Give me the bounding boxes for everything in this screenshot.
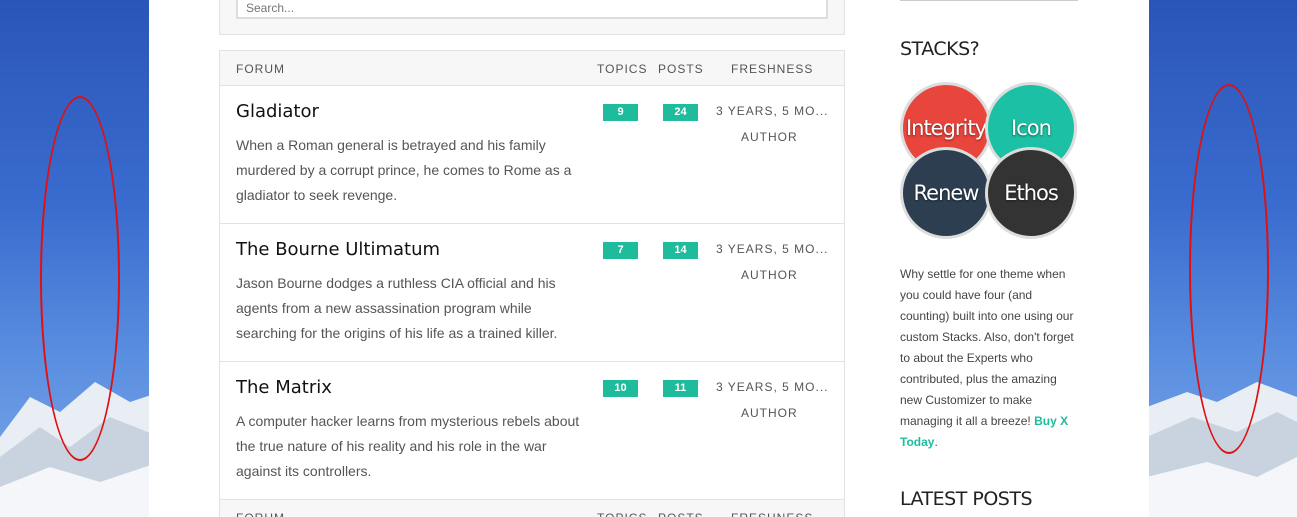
posts-count-badge: 11: [663, 380, 698, 397]
posts-count-badge: 14: [663, 242, 698, 259]
footer-freshness: FRESHNESS: [731, 511, 813, 517]
author-link[interactable]: AUTHOR: [741, 268, 798, 282]
forum-title-link[interactable]: Gladiator: [236, 101, 319, 122]
table-row: The Matrix A computer hacker learns from…: [220, 362, 844, 500]
posts-count-badge: 24: [663, 104, 698, 121]
table-row: Gladiator When a Roman general is betray…: [220, 86, 844, 224]
header-forum: FORUM: [236, 62, 285, 76]
sidebar-divider: [900, 0, 1078, 1]
author-link[interactable]: AUTHOR: [741, 406, 798, 420]
author-link[interactable]: AUTHOR: [741, 130, 798, 144]
header-freshness: FRESHNESS: [731, 62, 814, 76]
footer-topics: TOPICS: [597, 511, 647, 517]
table-header: FORUM TOPICS POSTS FRESHNESS: [220, 51, 844, 86]
header-posts: POSTS: [658, 62, 704, 76]
freshness-link[interactable]: 3 YEARS, 5 MO...: [716, 380, 828, 394]
topics-count-badge: 9: [603, 104, 638, 121]
stack-renew-circle: Renew: [900, 147, 992, 239]
search-box: [219, 0, 845, 35]
freshness-link[interactable]: 3 YEARS, 5 MO...: [716, 242, 828, 256]
stacks-text: Why settle for one theme when you could …: [900, 267, 1074, 428]
stacks-description: Why settle for one theme when you could …: [900, 264, 1082, 453]
page-content: FORUM TOPICS POSTS FRESHNESS Gladiator W…: [149, 0, 1149, 517]
annotation-ellipse-left: [40, 96, 120, 461]
forum-title-link[interactable]: The Matrix: [236, 377, 332, 398]
forum-description: Jason Bourne dodges a ruthless CIA offic…: [236, 275, 558, 341]
forum-description: A computer hacker learns from mysterious…: [236, 413, 580, 479]
stacks-heading: STACKS?: [900, 38, 980, 60]
forum-description: When a Roman general is betrayed and his…: [236, 137, 572, 203]
annotation-ellipse-right: [1189, 84, 1269, 454]
stacks-image[interactable]: Integrity Icon Renew Ethos: [900, 82, 1080, 242]
freshness-link[interactable]: 3 YEARS, 5 MO...: [716, 104, 828, 118]
footer-posts: POSTS: [658, 511, 704, 517]
footer-forum: FORUM: [236, 511, 285, 517]
table-row: The Bourne Ultimatum Jason Bourne dodges…: [220, 224, 844, 362]
table-footer: FORUM TOPICS POSTS FRESHNESS: [220, 500, 844, 517]
stack-ethos-circle: Ethos: [985, 147, 1077, 239]
latest-posts-heading: LATEST POSTS: [900, 488, 1033, 510]
search-input[interactable]: [236, 0, 828, 19]
header-topics: TOPICS: [597, 62, 648, 76]
forum-table: FORUM TOPICS POSTS FRESHNESS Gladiator W…: [219, 50, 845, 517]
topics-count-badge: 10: [603, 380, 638, 397]
topics-count-badge: 7: [603, 242, 638, 259]
trailing-period: .: [934, 435, 938, 449]
forum-title-link[interactable]: The Bourne Ultimatum: [236, 239, 440, 260]
